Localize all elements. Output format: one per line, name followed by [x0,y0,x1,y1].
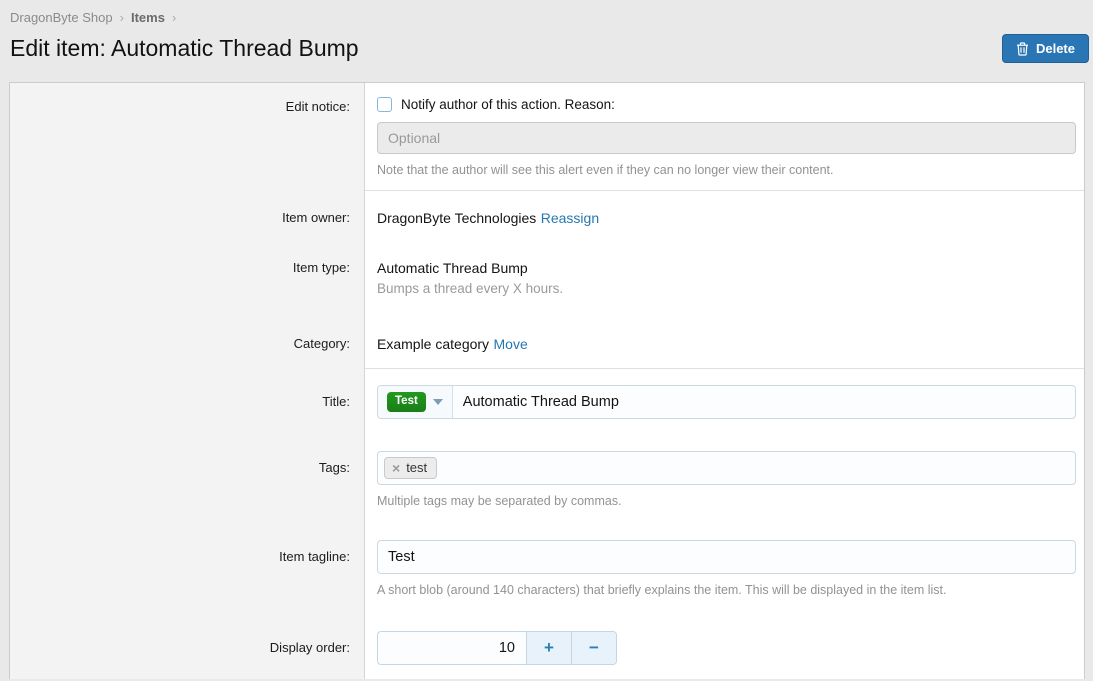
item-owner-value: DragonByte Technologies [377,210,536,226]
breadcrumb-root[interactable]: DragonByte Shop [10,10,113,25]
page-header: DragonByte Shop › Items › Edit item: Automa… [0,0,1093,63]
page-title: Edit item: Automatic Thread Bump [10,35,359,62]
breadcrumb-items[interactable]: Items [131,10,165,25]
form-row-item-owner: Item owner: DragonByte Technologies Reas… [10,191,1084,244]
breadcrumb-separator: › [172,10,176,25]
chevron-down-icon [433,399,443,405]
delete-button[interactable]: Delete [1002,34,1089,63]
tags-input[interactable]: × test [377,451,1076,485]
decrement-button[interactable]: − [571,632,616,664]
display-order-stepper: + − [377,631,617,665]
edit-notice-reason-input[interactable] [377,122,1076,154]
title-input-group: Test [377,385,1076,419]
category-value: Example category [377,336,489,352]
item-owner-label: Item owner: [10,191,365,244]
display-order-input[interactable] [378,632,526,664]
tagline-note: A short blob (around 140 characters) tha… [377,583,1076,597]
breadcrumb: DragonByte Shop › Items › [10,10,1089,25]
edit-item-form: Edit notice: Notify author of this actio… [9,82,1085,679]
title-label: Title: [10,369,365,435]
item-type-value: Automatic Thread Bump [377,260,1076,276]
category-label: Category: [10,316,365,369]
trash-icon [1016,42,1029,56]
increment-button[interactable]: + [526,632,571,664]
form-row-item-type: Item type: Automatic Thread Bump Bumps a… [10,244,1084,316]
form-row-tagline: Item tagline: A short blob (around 140 c… [10,524,1084,613]
title-prefix-badge: Test [387,392,426,412]
tag-chip: × test [384,457,437,479]
move-category-link[interactable]: Move [494,336,528,352]
edit-notice-label: Edit notice: [10,83,365,191]
display-order-label: Display order: [10,613,365,679]
form-row-display-order: Display order: + − [10,613,1084,679]
title-prefix-dropdown[interactable]: Test [378,386,453,418]
title-input[interactable] [453,386,1075,418]
breadcrumb-separator: › [120,10,124,25]
form-row-title: Title: Test [10,369,1084,435]
form-row-edit-notice: Edit notice: Notify author of this actio… [10,83,1084,191]
tagline-input[interactable] [377,540,1076,574]
notify-author-checkbox[interactable] [377,97,392,112]
notify-author-checkbox-label[interactable]: Notify author of this action. Reason: [401,97,615,112]
item-type-description: Bumps a thread every X hours. [377,281,1076,296]
form-row-category: Category: Example category Move [10,316,1084,369]
tags-note: Multiple tags may be separated by commas… [377,494,1076,508]
tag-chip-label: test [406,460,427,475]
reassign-link[interactable]: Reassign [541,210,599,226]
form-row-tags: Tags: × test Multiple tags may be separa… [10,435,1084,524]
tagline-label: Item tagline: [10,524,365,613]
edit-notice-note: Note that the author will see this alert… [377,163,1076,177]
item-type-label: Item type: [10,244,365,316]
tags-label: Tags: [10,435,365,524]
tag-remove-x-icon[interactable]: × [392,461,400,475]
delete-button-label: Delete [1036,41,1075,56]
